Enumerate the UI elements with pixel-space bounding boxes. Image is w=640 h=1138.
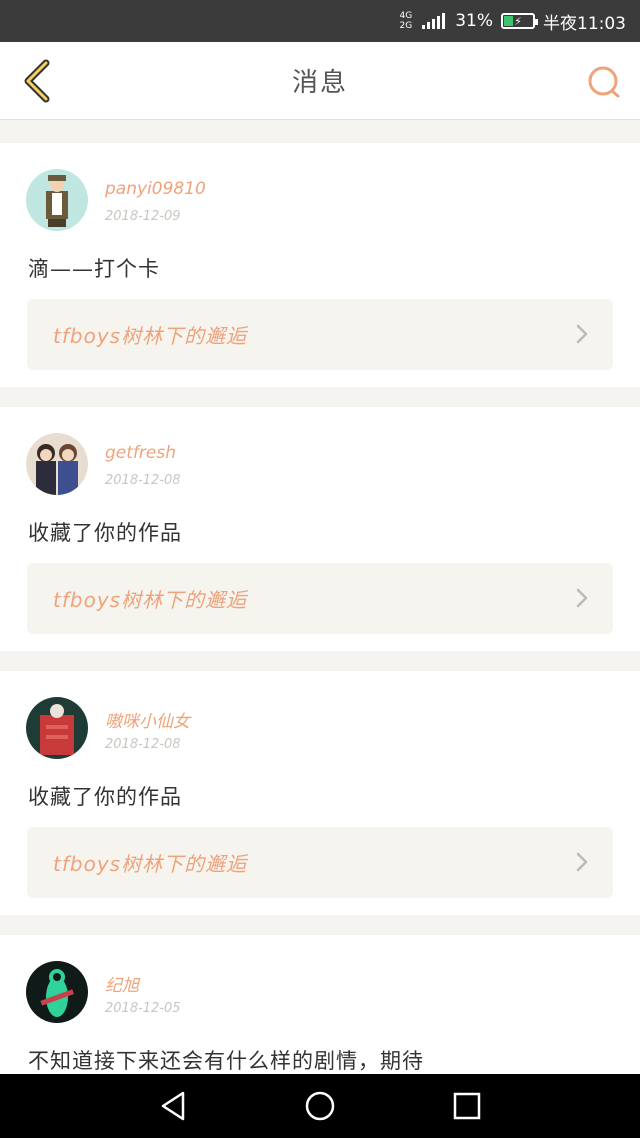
message-list: panyi09810 2018-12-09 滴——打个卡 tfboys树林下的邂… [0, 143, 640, 1105]
work-link[interactable]: tfboys树林下的邂逅 [27, 299, 613, 370]
username[interactable]: 嗷咪小仙女 [105, 707, 190, 732]
home-circle-icon [305, 1091, 335, 1121]
signal-icon [422, 13, 446, 29]
nav-recents-button[interactable] [437, 1081, 497, 1131]
work-title: tfboys树林下的邂逅 [53, 588, 248, 612]
network-bottom-label: 2G [399, 21, 413, 31]
message-card: 纪旭 2018-12-05 不知道接下来还会有什么样的剧情，期待 [0, 935, 640, 1085]
nav-back-button[interactable] [143, 1081, 203, 1131]
username[interactable]: 纪旭 [105, 971, 139, 996]
system-nav-bar [0, 1074, 640, 1138]
battery-fill [504, 16, 514, 26]
work-link[interactable]: tfboys树林下的邂逅 [27, 827, 613, 898]
nav-home-button[interactable] [290, 1081, 350, 1131]
message-text: 收藏了你的作品 [28, 521, 182, 545]
recents-square-icon [453, 1092, 480, 1120]
back-triangle-icon [162, 1091, 185, 1121]
message-date: 2018-12-05 [105, 1001, 181, 1016]
username[interactable]: panyi09810 [105, 179, 206, 199]
network-indicator: 4G 2G [400, 11, 413, 31]
work-link[interactable]: tfboys树林下的邂逅 [27, 563, 613, 634]
charging-bolt-icon: ⚡ [514, 14, 522, 28]
search-icon [588, 66, 620, 98]
chevron-right-icon [576, 324, 588, 344]
work-title: tfboys树林下的邂逅 [53, 852, 248, 876]
message-text: 收藏了你的作品 [28, 785, 182, 809]
message-text: 滴——打个卡 [28, 257, 160, 281]
chevron-right-icon [576, 852, 588, 872]
avatar[interactable] [26, 697, 88, 759]
back-button[interactable] [14, 56, 60, 106]
message-card: panyi09810 2018-12-09 滴——打个卡 tfboys树林下的邂… [0, 143, 640, 387]
message-date: 2018-12-08 [105, 737, 181, 752]
page-header: 消息 [0, 42, 640, 120]
avatar[interactable] [26, 169, 88, 231]
work-title: tfboys树林下的邂逅 [53, 324, 248, 348]
battery-icon: ⚡ [501, 13, 538, 29]
chevron-right-icon [576, 588, 588, 608]
username[interactable]: getfresh [105, 443, 176, 463]
status-bar: 4G 2G 31% ⚡ 半夜11:03 [0, 0, 640, 42]
clock: 半夜11:03 [543, 13, 626, 34]
avatar[interactable] [26, 961, 88, 1023]
page-title: 消息 [291, 68, 348, 98]
chevron-left-icon [24, 59, 50, 103]
avatar[interactable] [26, 433, 88, 495]
message-date: 2018-12-09 [105, 209, 181, 224]
message-date: 2018-12-08 [105, 473, 181, 488]
battery-percent: 31% [455, 11, 493, 31]
search-button[interactable] [582, 60, 626, 104]
message-text: 不知道接下来还会有什么样的剧情，期待 [28, 1049, 424, 1073]
message-card: 嗷咪小仙女 2018-12-08 收藏了你的作品 tfboys树林下的邂逅 [0, 671, 640, 915]
network-top-label: 4G [399, 11, 413, 21]
message-card: getfresh 2018-12-08 收藏了你的作品 tfboys树林下的邂逅 [0, 407, 640, 651]
